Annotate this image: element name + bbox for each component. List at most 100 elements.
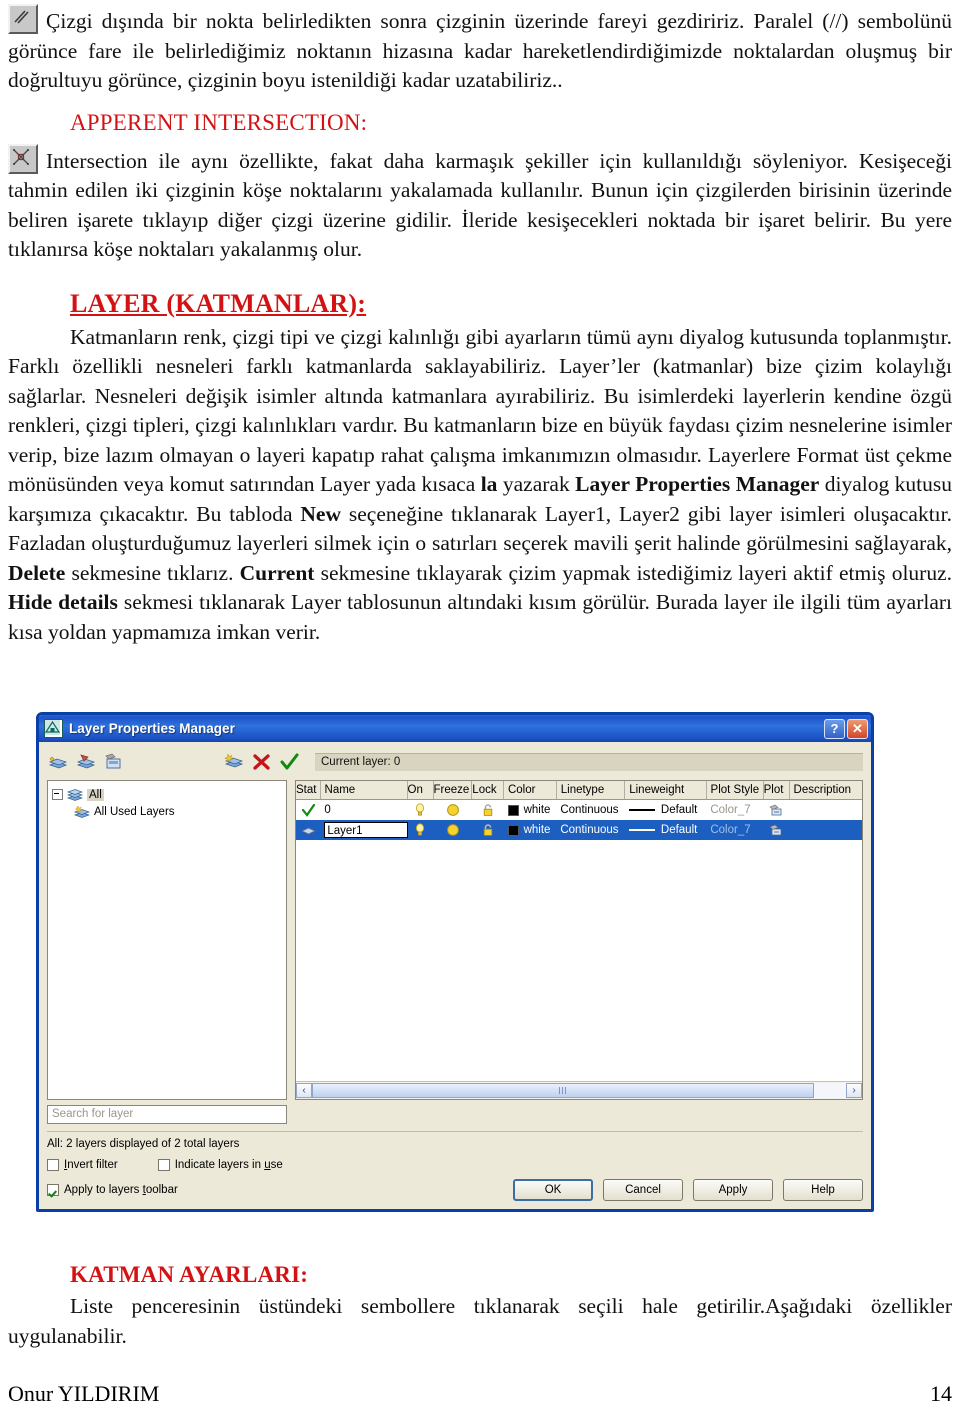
column-header-on[interactable]: On	[408, 781, 434, 799]
new-property-filter-icon[interactable]	[47, 752, 69, 772]
layers-window-icon	[44, 719, 63, 738]
status-text: All: 2 layers displayed of 2 total layer…	[47, 1131, 863, 1150]
dialog-content: Current layer: 0 All All Used Layers Sta…	[39, 742, 871, 1209]
tree-item-all[interactable]: All	[52, 786, 282, 803]
filter-tree-pane[interactable]: All All Used Layers	[47, 780, 287, 1100]
invert-filter-checkbox[interactable]	[47, 1159, 59, 1171]
row-freeze-toggle[interactable]	[433, 820, 472, 840]
row-description[interactable]	[789, 800, 862, 820]
row-plot-style: Color_7	[710, 804, 751, 816]
row-linetype[interactable]: Continuous	[556, 820, 625, 840]
column-header-lineweight[interactable]: Lineweight	[625, 781, 707, 799]
search-input[interactable]: Search for layer	[47, 1105, 287, 1124]
indicate-layers-in-use-label: Indicate layers in use	[174, 1159, 283, 1171]
row-lock-toggle[interactable]	[472, 820, 504, 840]
row-on-toggle[interactable]	[408, 800, 434, 820]
lineweight-dash-icon	[628, 809, 655, 811]
paragraph-parallel-text: Çizgi dışında bir nokta belirledikten so…	[8, 9, 952, 92]
row-lineweight[interactable]: Default	[625, 820, 706, 840]
layer-bold-delete: Delete	[8, 560, 66, 585]
apply-to-layers-toolbar-label: Apply to layers toolbar	[64, 1184, 178, 1196]
tree-item-all-used-layers-label: All Used Layers	[94, 805, 175, 818]
dialog-titlebar[interactable]: Layer Properties Manager ? ✕	[39, 715, 871, 742]
close-icon[interactable]: ✕	[847, 718, 868, 739]
table-row[interactable]: Layer1 white Continuous Default Color_7	[296, 820, 862, 840]
apparent-intersection-icon	[8, 143, 38, 174]
column-header-freeze[interactable]: Freeze	[434, 781, 473, 799]
tree-item-all-label: All	[87, 788, 104, 801]
row-lock-toggle[interactable]	[472, 800, 504, 820]
new-layer-icon[interactable]	[223, 752, 245, 772]
collapse-icon[interactable]	[52, 789, 63, 800]
footer-page-number: 14	[930, 1381, 952, 1406]
cancel-button[interactable]: Cancel	[603, 1179, 683, 1201]
row-name-input[interactable]: Layer1	[324, 822, 408, 838]
katman-section: KATMAN AYARLARI: Liste penceresinin üstü…	[8, 1262, 952, 1351]
dialog-title: Layer Properties Manager	[69, 721, 235, 736]
column-header-description[interactable]: Description	[790, 781, 862, 799]
row-color[interactable]: white	[504, 820, 557, 840]
layer-states-manager-icon[interactable]	[103, 752, 125, 772]
tree-item-all-used-layers[interactable]: All Used Layers	[52, 803, 282, 820]
layer-bold-new: New	[300, 501, 341, 526]
row-status-icon[interactable]	[296, 820, 320, 840]
layer-list-horizontal-scrollbar[interactable]: ‹ ›	[296, 1081, 862, 1099]
layer-table-header: Stat Name On Freeze Lock Color Linetype …	[296, 781, 862, 800]
scroll-right-icon[interactable]: ›	[846, 1083, 862, 1098]
column-header-linetype[interactable]: Linetype	[557, 781, 626, 799]
row-linetype[interactable]: Continuous	[556, 800, 625, 820]
delete-layer-icon[interactable]	[251, 752, 273, 772]
row-lineweight-label: Default	[660, 804, 698, 816]
color-swatch	[507, 824, 519, 836]
row-plot-toggle[interactable]	[763, 800, 789, 820]
apply-to-layers-toolbar-checkbox[interactable]	[47, 1184, 59, 1196]
column-header-lock[interactable]: Lock	[472, 781, 504, 799]
new-group-filter-icon[interactable]	[75, 752, 97, 772]
apply-button[interactable]: Apply	[693, 1179, 773, 1201]
row-color[interactable]: white	[504, 800, 557, 820]
column-header-name[interactable]: Name	[321, 781, 408, 799]
indicate-layers-in-use-checkbox[interactable]	[157, 1159, 170, 1171]
help-button-titlebar[interactable]: ?	[824, 718, 845, 739]
document-page: Çizgi dışında bir nokta belirledikten so…	[0, 0, 960, 1419]
heading-layer: LAYER (KATMANLAR):	[70, 288, 367, 318]
row-name-editor[interactable]: Layer1	[320, 820, 408, 840]
layer-text-e: sekmesine tıklarız.	[65, 560, 240, 585]
layer-bold-lpm: Layer Properties Manager	[575, 472, 820, 496]
row-color-label: white	[523, 804, 551, 816]
row-lineweight-label: Default	[660, 824, 698, 836]
column-header-plot-style[interactable]: Plot Style	[707, 781, 764, 799]
row-name[interactable]: 0	[320, 800, 407, 820]
layer-bold-hide: Hide details	[8, 590, 118, 614]
current-layer-label: Current layer: 0	[315, 753, 863, 771]
column-header-stat[interactable]: Stat	[296, 781, 321, 799]
paragraph-parallel: Çizgi dışında bir nokta belirledikten so…	[8, 4, 952, 96]
row-freeze-toggle[interactable]	[433, 800, 472, 820]
layer-list-pane: Stat Name On Freeze Lock Color Linetype …	[295, 780, 863, 1100]
row-status-icon[interactable]	[296, 800, 320, 820]
paragraph-katman: Liste penceresinin üstündeki sembollere …	[8, 1294, 952, 1348]
footer-author: Onur YILDIRIM	[8, 1381, 160, 1406]
set-current-layer-icon[interactable]	[279, 752, 301, 772]
row-lineweight[interactable]: Default	[625, 800, 706, 820]
page-footer: Onur YILDIRIM 14	[8, 1381, 952, 1407]
ok-button[interactable]: OK	[513, 1179, 593, 1201]
column-header-plot[interactable]: Plot	[764, 781, 790, 799]
used-layers-stack-icon	[73, 805, 91, 819]
scrollbar-track[interactable]	[312, 1083, 846, 1098]
table-row[interactable]: 0 white Continuous Default Color_7	[296, 800, 862, 820]
invert-filter-label: IInvert filternvert filter	[64, 1159, 118, 1171]
row-on-toggle[interactable]	[408, 820, 434, 840]
dialog-bottom-row: Apply to layers toolbar OK Cancel Apply …	[47, 1179, 863, 1201]
column-header-color[interactable]: Color	[504, 781, 557, 799]
layer-list-empty-area	[296, 840, 862, 1081]
scrollbar-thumb[interactable]	[312, 1083, 814, 1098]
layer-text-b: yazarak	[497, 472, 576, 496]
row-description[interactable]	[789, 820, 862, 840]
scroll-left-icon[interactable]: ‹	[296, 1083, 312, 1098]
paragraph-layer: Katmanların renk, çizgi tipi ve çizgi ka…	[8, 323, 952, 648]
row-plot-toggle[interactable]	[763, 820, 789, 840]
parallel-icon	[8, 4, 38, 34]
paragraph-intersection-text: Intersection ile aynı özellikte, fakat d…	[8, 148, 952, 262]
help-button[interactable]: Help	[783, 1179, 863, 1201]
